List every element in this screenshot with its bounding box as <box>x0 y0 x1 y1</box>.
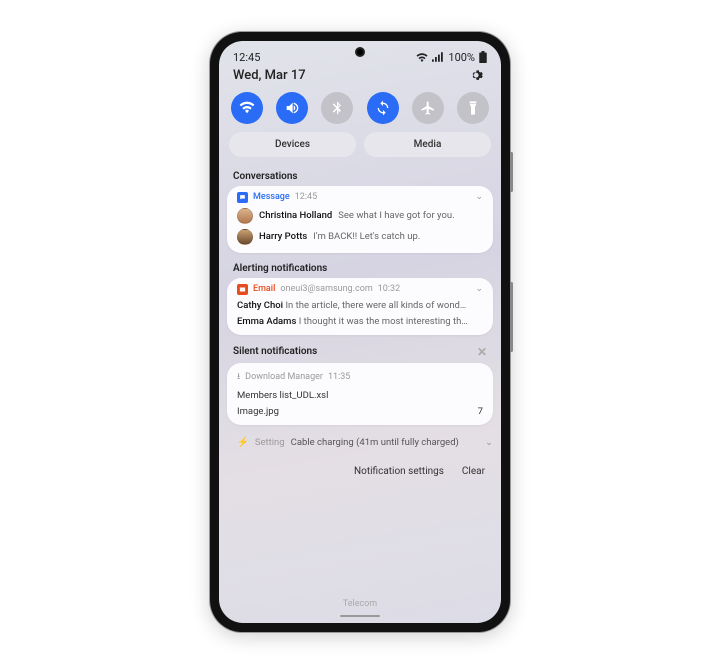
chevron-down-icon[interactable]: ⌄ <box>475 192 483 202</box>
preview: I'm BACK!! Let's catch up. <box>313 231 420 242</box>
side-button-bottom <box>510 282 513 352</box>
email-item[interactable]: Emma Adams I thought it was the most int… <box>237 316 483 327</box>
preview: In the article, there were all kinds of … <box>285 300 466 311</box>
file-name: Members list_UDL.xsl <box>237 390 328 401</box>
sender: Emma Adams <box>237 316 296 327</box>
phone-frame: 12:45 100% Wed, Mar 17 Devices Media Con… <box>210 32 510 632</box>
airplane-icon <box>420 100 436 116</box>
gear-icon[interactable] <box>471 68 487 84</box>
email-app-icon <box>237 284 248 295</box>
front-camera <box>355 47 365 57</box>
sender: Harry Potts <box>259 231 307 242</box>
date-label: Wed, Mar 17 <box>233 68 306 83</box>
qs-wifi[interactable] <box>231 92 263 124</box>
download-item: Image.jpg 7 <box>237 406 483 417</box>
side-button-top <box>510 152 513 192</box>
file-name: Image.jpg <box>237 406 279 417</box>
notif-time: 12:45 <box>295 192 317 202</box>
media-button[interactable]: Media <box>364 132 491 157</box>
qs-airplane[interactable] <box>412 92 444 124</box>
email-item[interactable]: Cathy Choi In the article, there were al… <box>237 300 483 311</box>
app-name: Message <box>253 192 290 202</box>
avatar <box>237 208 253 224</box>
conversation-item[interactable]: Harry Potts I'm BACK!! Let's catch up. <box>237 229 483 245</box>
panel-header: Wed, Mar 17 <box>219 66 501 92</box>
qs-bluetooth[interactable] <box>321 92 353 124</box>
charging-text: Cable charging (41m until fully charged) <box>291 437 459 448</box>
footer-actions: Notification settings Clear <box>219 460 501 483</box>
bolt-icon: ⚡ <box>237 437 249 448</box>
qs-sound[interactable] <box>276 92 308 124</box>
devices-button[interactable]: Devices <box>229 132 356 157</box>
qs-flashlight[interactable] <box>457 92 489 124</box>
download-card[interactable]: ⭳ Download Manager 11:35 Members list_UD… <box>227 363 493 425</box>
avatar <box>237 229 253 245</box>
download-icon: ⭳ <box>237 369 240 385</box>
pill-row: Devices Media <box>219 132 501 167</box>
sender: Christina Holland <box>259 210 332 221</box>
file-count: 7 <box>478 406 483 417</box>
sender: Cathy Choi <box>237 300 283 311</box>
wifi-icon <box>239 100 255 116</box>
chevron-down-icon[interactable]: ⌄ <box>475 284 483 294</box>
conversation-item[interactable]: Christina Holland See what I have got fo… <box>237 208 483 224</box>
chevron-down-icon[interactable]: ⌄ <box>485 437 493 448</box>
charging-card[interactable]: ⚡ Setting Cable charging (41m until full… <box>227 431 493 454</box>
battery-percent: 100% <box>448 51 475 64</box>
sound-icon <box>284 100 300 116</box>
app-name: Download Manager <box>245 372 323 382</box>
preview: I thought it was the most interesting th… <box>299 316 468 327</box>
carrier-label: Telecom <box>219 599 501 609</box>
app-name: Email <box>253 284 275 294</box>
status-time: 12:45 <box>233 51 260 64</box>
alert-card[interactable]: Email oneui3@samsung.com 10:32 ⌄ Cathy C… <box>227 278 493 335</box>
bluetooth-icon <box>329 100 345 116</box>
account: oneui3@samsung.com <box>280 284 372 294</box>
download-item: Members list_UDL.xsl <box>237 390 483 401</box>
screen: 12:45 100% Wed, Mar 17 Devices Media Con… <box>219 41 501 623</box>
signal-status-icon <box>432 52 444 62</box>
rotate-icon <box>375 100 391 116</box>
preview: See what I have got for you. <box>338 210 454 221</box>
quick-settings-row <box>219 92 501 132</box>
home-indicator[interactable] <box>340 615 380 617</box>
wifi-status-icon <box>416 52 428 62</box>
section-alerting: Alerting notifications <box>219 259 501 278</box>
message-app-icon <box>237 192 248 203</box>
notif-time: 11:35 <box>328 372 350 382</box>
section-conversations: Conversations <box>219 167 501 186</box>
app-name: Setting <box>255 437 285 448</box>
close-icon[interactable]: ✕ <box>477 345 487 359</box>
section-silent: Silent notifications <box>233 346 317 357</box>
qs-rotate[interactable] <box>367 92 399 124</box>
clear-button[interactable]: Clear <box>462 466 485 477</box>
notification-settings-button[interactable]: Notification settings <box>354 466 444 477</box>
flashlight-icon <box>465 100 481 116</box>
notif-time: 10:32 <box>378 284 400 294</box>
battery-icon <box>479 51 487 63</box>
conversation-card[interactable]: Message 12:45 ⌄ Christina Holland See wh… <box>227 186 493 253</box>
